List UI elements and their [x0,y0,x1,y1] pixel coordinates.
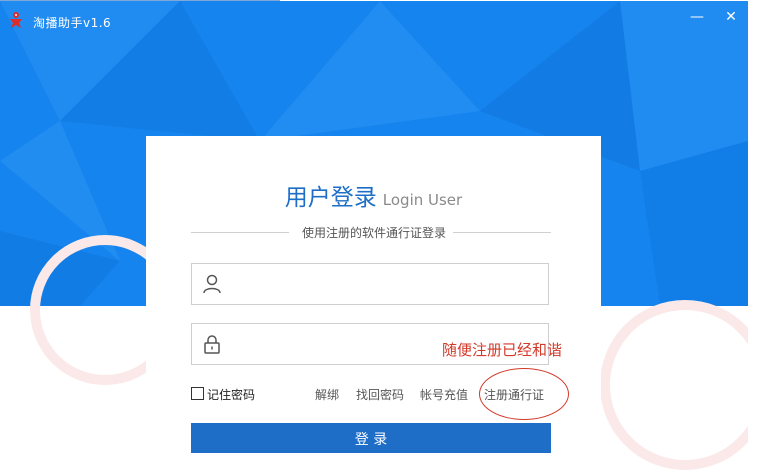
window-right-edge [748,0,762,443]
recover-password-link[interactable]: 找回密码 [356,386,404,403]
subtitle-row: 使用注册的软件通行证登录 [191,224,551,242]
watermark-right [600,300,762,470]
login-title-en: Login User [382,191,463,209]
username-field[interactable] [191,263,549,305]
user-icon [203,274,221,294]
recharge-account-link[interactable]: 帐号充值 [420,386,468,403]
remember-password-checkbox[interactable]: 记住密码 [191,386,255,403]
subtitle-divider-left [191,232,289,233]
red-figure-logo-icon [10,12,22,28]
subtitle-divider-right [453,232,551,233]
annotation-circle [479,368,569,420]
lock-icon [204,335,220,354]
title-bar: 淘播助手v1.6 — ✕ [0,0,748,40]
login-title: 用户登录 [284,185,377,211]
checkbox-box[interactable] [191,387,204,400]
login-heading: 用户登录 Login User [146,178,601,212]
close-button[interactable]: ✕ [722,8,740,26]
login-subtitle: 使用注册的软件通行证登录 [301,226,446,240]
annotation-text: 随便注册已经和谐 [442,341,563,359]
login-button[interactable]: 登 录 [191,423,551,453]
username-input[interactable] [232,270,541,300]
app-title: 淘播助手v1.6 [33,16,112,30]
login-card: 用户登录 Login User 使用注册的软件通行证登录 随便注册已经和谐 记住密… [146,136,601,453]
minimize-button[interactable]: — [688,8,706,26]
unbind-link[interactable]: 解绑 [315,386,339,403]
remember-label: 记住密码 [207,388,256,402]
